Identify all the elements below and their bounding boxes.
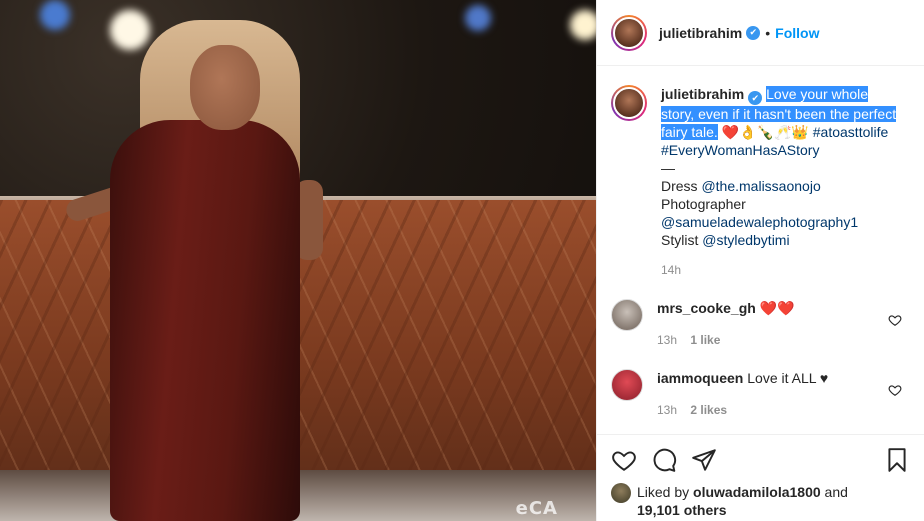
comment-time[interactable]: 13h bbox=[657, 333, 677, 347]
liked-by-and: and bbox=[824, 484, 848, 500]
comment-meta: 13h 1 like bbox=[657, 331, 877, 349]
photographer-label: Photographer bbox=[661, 196, 746, 212]
post-photo[interactable]: eCA bbox=[0, 0, 596, 521]
hashtag-atoasttolife[interactable]: #atoasttolife bbox=[813, 124, 889, 140]
comment-text: iammoqueen Love it ALL ♥ 13h 2 likes bbox=[657, 369, 877, 419]
liked-by-text: Liked by oluwadamilola1800 and 19,101 ot… bbox=[637, 483, 848, 519]
comment-username[interactable]: mrs_cooke_gh bbox=[657, 300, 756, 316]
heart-icon[interactable] bbox=[888, 383, 902, 397]
liker-avatar[interactable] bbox=[611, 483, 631, 503]
caption-username[interactable]: julietibrahim bbox=[661, 86, 744, 102]
stylist-label: Stylist bbox=[661, 232, 699, 248]
comment-body: Love it ALL ♥ bbox=[747, 370, 829, 386]
follow-button[interactable]: Follow bbox=[775, 25, 819, 41]
caption-avatar[interactable] bbox=[611, 85, 647, 121]
comment-meta: 13h 2 likes bbox=[657, 401, 877, 419]
verified-badge-icon: ✔ bbox=[746, 25, 761, 40]
post-header: julietibrahim ✔ • Follow bbox=[597, 0, 924, 66]
caption-time[interactable]: 14h bbox=[661, 261, 901, 279]
photo-watermark: eCA bbox=[515, 498, 558, 519]
photographer-handle-link[interactable]: @samueladewalephotography1 bbox=[661, 214, 858, 230]
post-side-panel: julietibrahim ✔ • Follow julietibrahim ✔ … bbox=[596, 0, 924, 521]
comment-text: mrs_cooke_gh ❤️❤️ 13h 1 like bbox=[657, 299, 877, 349]
author-username[interactable]: julietibrahim bbox=[659, 25, 742, 41]
author-avatar[interactable] bbox=[611, 14, 647, 51]
caption-text: julietibrahim ✔ Love your whole story, ev… bbox=[661, 85, 901, 279]
stylist-handle-link[interactable]: @styledbytimi bbox=[702, 232, 789, 248]
likes-count[interactable]: 19,101 others bbox=[637, 502, 727, 518]
comment-bubble-icon[interactable] bbox=[651, 447, 677, 473]
comment-username[interactable]: iammoqueen bbox=[657, 370, 743, 386]
separator-dot: • bbox=[765, 24, 771, 41]
commenter-avatar[interactable] bbox=[611, 299, 643, 331]
liker-username[interactable]: oluwadamilola1800 bbox=[693, 484, 821, 500]
caption-emojis: ❤️👌🍾🥂👑 bbox=[721, 124, 809, 140]
liked-by: Liked by oluwadamilola1800 and 19,101 ot… bbox=[611, 483, 910, 519]
hashtag-everywomanhasastory[interactable]: #EveryWomanHasAStory bbox=[661, 142, 819, 158]
action-icons bbox=[611, 443, 910, 477]
comment-item: mrs_cooke_gh ❤️❤️ 13h 1 like bbox=[611, 299, 910, 349]
dress-handle-link[interactable]: @the.malissaonojo bbox=[701, 178, 820, 194]
bokeh-light bbox=[40, 0, 70, 30]
heart-icon[interactable] bbox=[888, 313, 902, 327]
bokeh-light bbox=[110, 10, 150, 50]
liked-by-prefix: Liked by bbox=[637, 484, 690, 500]
comment-likes[interactable]: 2 likes bbox=[690, 403, 727, 417]
post-actions: Liked by oluwadamilola1800 and 19,101 ot… bbox=[597, 434, 924, 521]
caption: julietibrahim ✔ Love your whole story, ev… bbox=[611, 85, 910, 279]
commenter-avatar[interactable] bbox=[611, 369, 643, 401]
bokeh-light bbox=[570, 10, 596, 40]
comment-likes[interactable]: 1 like bbox=[690, 333, 720, 347]
comment-time[interactable]: 13h bbox=[657, 403, 677, 417]
save-bookmark-icon[interactable] bbox=[884, 447, 910, 473]
caption-separator: — bbox=[661, 160, 675, 176]
comment-body: ❤️❤️ bbox=[759, 300, 795, 316]
dress-label: Dress bbox=[661, 178, 698, 194]
comments-section: julietibrahim ✔ Love your whole story, ev… bbox=[597, 67, 924, 434]
bokeh-light bbox=[465, 5, 491, 31]
verified-badge-icon: ✔ bbox=[748, 91, 763, 105]
share-paper-plane-icon[interactable] bbox=[691, 447, 717, 473]
like-heart-icon[interactable] bbox=[611, 447, 637, 473]
woman-face bbox=[190, 45, 260, 130]
woman-dress bbox=[110, 120, 300, 521]
comment-item: iammoqueen Love it ALL ♥ 13h 2 likes bbox=[611, 369, 910, 419]
